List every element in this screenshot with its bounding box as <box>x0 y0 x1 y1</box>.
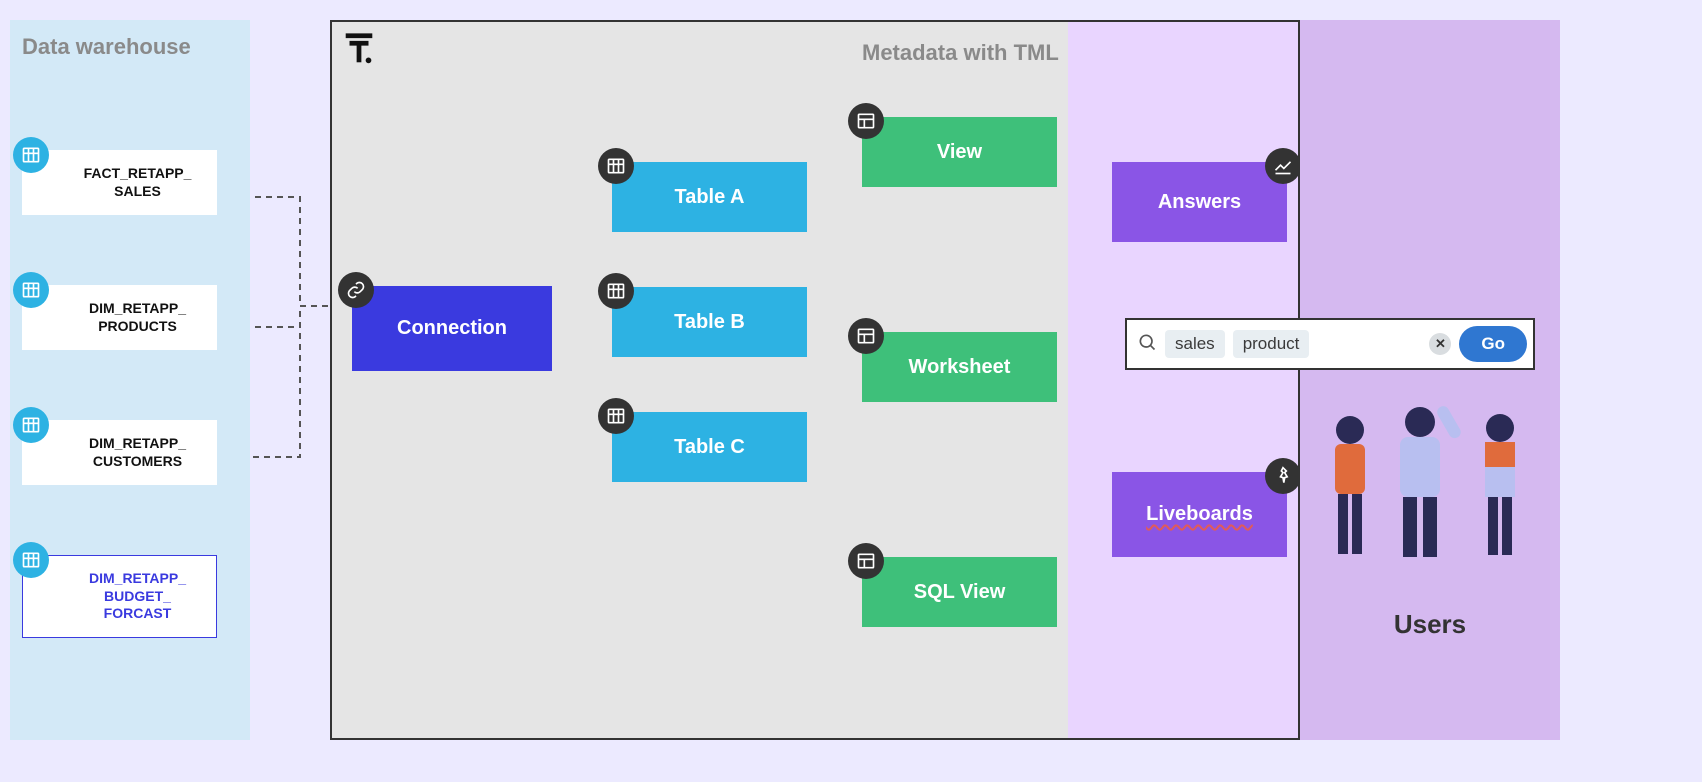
table-icon <box>13 137 49 173</box>
users-panel: Users <box>1300 20 1560 740</box>
tml-consumer-strip <box>1068 22 1298 738</box>
chart-icon <box>1265 148 1301 184</box>
pin-icon <box>1265 458 1301 494</box>
layout-icon <box>848 103 884 139</box>
users-illustration <box>1315 400 1555 580</box>
connection-node: Connection <box>352 286 552 371</box>
warehouse-table-card: FACT_RETAPP_ SALES <box>22 150 217 215</box>
clear-button[interactable]: ✕ <box>1429 333 1451 355</box>
data-warehouse-panel: Data warehouse FACT_RETAPP_ SALES DIM_RE… <box>10 20 250 740</box>
tml-title: Metadata with TML <box>862 40 1059 66</box>
table-icon <box>598 148 634 184</box>
table-c-node: Table C <box>612 412 807 482</box>
data-warehouse-title: Data warehouse <box>22 34 238 60</box>
node-label: Table B <box>674 311 745 334</box>
table-icon <box>598 398 634 434</box>
table-icon <box>598 273 634 309</box>
tml-panel: Metadata with TML Connection Table A Tab… <box>330 20 1300 740</box>
search-chip[interactable]: product <box>1233 330 1310 358</box>
table-icon <box>13 407 49 443</box>
table-b-node: Table B <box>612 287 807 357</box>
warehouse-table-card: DIM_RETAPP_ PRODUCTS <box>22 285 217 350</box>
warehouse-table-name: DIM_RETAPP_ PRODUCTS <box>89 300 186 334</box>
thoughtspot-logo-icon <box>340 30 378 68</box>
node-label: Answers <box>1158 191 1241 214</box>
layout-icon <box>848 318 884 354</box>
worksheet-node: Worksheet <box>862 332 1057 402</box>
sql-view-node: SQL View <box>862 557 1057 627</box>
answers-node: Answers <box>1112 162 1287 242</box>
search-icon <box>1137 332 1157 357</box>
node-label: View <box>937 141 982 164</box>
table-a-node: Table A <box>612 162 807 232</box>
warehouse-table-card-highlighted: DIM_RETAPP_ BUDGET_ FORCAST <box>22 555 217 638</box>
layout-icon <box>848 543 884 579</box>
node-label: SQL View <box>914 581 1006 604</box>
link-icon <box>338 272 374 308</box>
view-node: View <box>862 117 1057 187</box>
node-label: Table C <box>674 436 745 459</box>
search-chip[interactable]: sales <box>1165 330 1225 358</box>
go-button[interactable]: Go <box>1459 326 1527 362</box>
node-label: Liveboards <box>1146 503 1253 526</box>
table-icon <box>13 272 49 308</box>
users-title: Users <box>1300 609 1560 640</box>
warehouse-table-card: DIM_RETAPP_ CUSTOMERS <box>22 420 217 485</box>
search-bar[interactable]: sales product ✕ Go <box>1125 318 1535 370</box>
table-icon <box>13 542 49 578</box>
node-label: Connection <box>397 317 507 340</box>
warehouse-table-name: DIM_RETAPP_ CUSTOMERS <box>89 435 186 469</box>
node-label: Table A <box>674 186 744 209</box>
liveboards-node: Liveboards <box>1112 472 1287 557</box>
node-label: Worksheet <box>909 356 1011 379</box>
warehouse-table-name: FACT_RETAPP_ SALES <box>84 165 192 199</box>
warehouse-table-name: DIM_RETAPP_ BUDGET_ FORCAST <box>89 570 186 621</box>
